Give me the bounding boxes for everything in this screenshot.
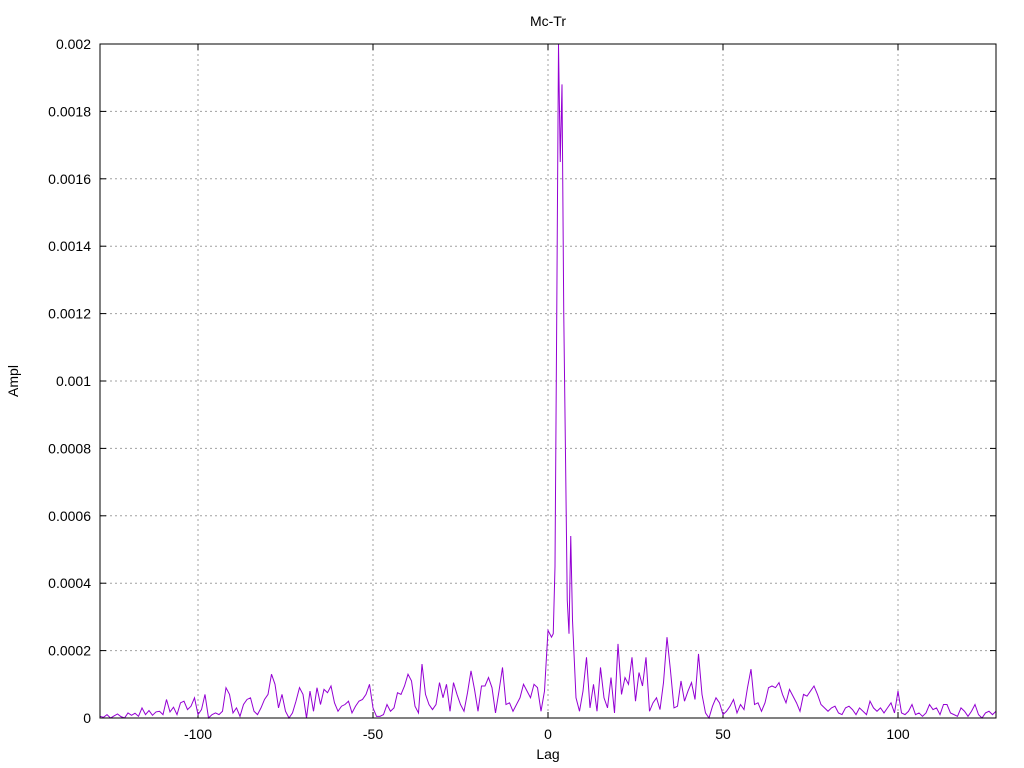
- y-tick-label: 0.0002: [48, 643, 91, 659]
- y-tick-label: 0.0012: [48, 306, 91, 322]
- chart-title: Mc-Tr: [530, 13, 566, 29]
- y-tick-label: 0.0016: [48, 171, 91, 187]
- y-tick-label: 0: [83, 710, 91, 726]
- y-tick-label: 0.002: [56, 36, 91, 52]
- x-tick-label: 50: [715, 726, 731, 742]
- x-tick-label: 100: [886, 726, 910, 742]
- y-axis-label: Ampl: [5, 365, 21, 397]
- y-tick-label: 0.0008: [48, 440, 91, 456]
- y-tick-label: 0.0014: [48, 238, 91, 254]
- x-axis-label: Lag: [536, 746, 559, 762]
- y-tick-label: 0.0004: [48, 575, 91, 591]
- y-tick-label: 0.0018: [48, 103, 91, 119]
- x-tick-label: -100: [184, 726, 212, 742]
- chart-background: [0, 0, 1024, 768]
- x-tick-label: -50: [363, 726, 383, 742]
- y-tick-label: 0.001: [56, 373, 91, 389]
- y-tick-label: 0.0006: [48, 508, 91, 524]
- chart: Mc-Tr -100 -50 0 50 100 0 0.0002 0.0004 0.0006 0…: [0, 0, 1024, 768]
- x-tick-label: 0: [544, 726, 552, 742]
